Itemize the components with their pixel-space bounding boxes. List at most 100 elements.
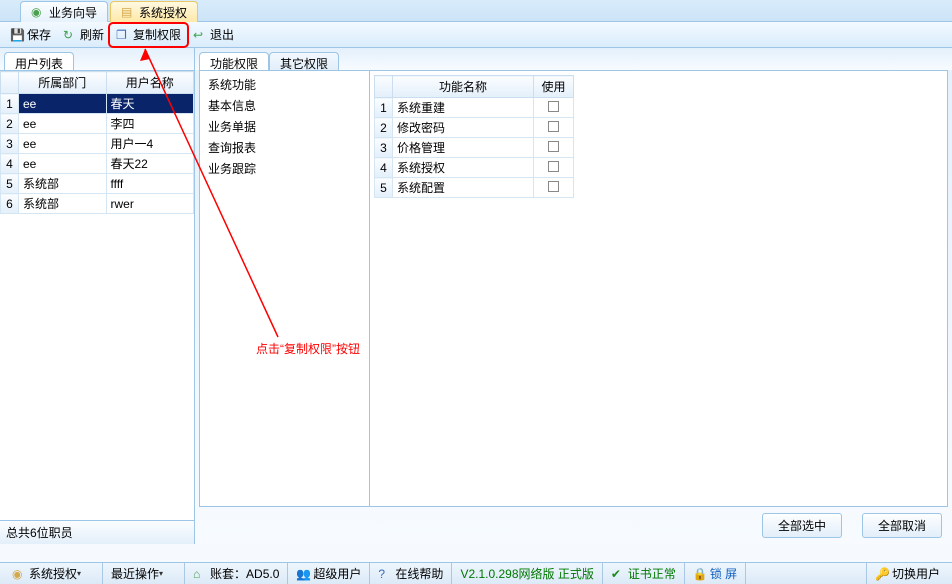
dept-cell: ee bbox=[19, 114, 107, 134]
perm-name-cell: 系统重建 bbox=[393, 98, 534, 118]
perm-row[interactable]: 3价格管理 bbox=[375, 138, 574, 158]
status-lock[interactable]: 🔒 锁 屏 bbox=[685, 563, 746, 584]
perm-row[interactable]: 4系统授权 bbox=[375, 158, 574, 178]
tab-function-permission[interactable]: 功能权限 bbox=[199, 52, 269, 70]
perm-name-cell: 价格管理 bbox=[393, 138, 534, 158]
rownum-cell: 5 bbox=[1, 174, 19, 194]
name-header[interactable]: 用户名称 bbox=[106, 72, 194, 94]
deselect-all-label: 全部取消 bbox=[878, 519, 926, 533]
status-account-label: 账套： bbox=[210, 565, 246, 582]
perm-rownum-header bbox=[375, 76, 393, 98]
rownum-cell: 1 bbox=[1, 94, 19, 114]
rownum-cell: 4 bbox=[1, 154, 19, 174]
nav-item[interactable]: 查询报表 bbox=[200, 137, 369, 158]
status-help-label: 在线帮助 bbox=[395, 565, 443, 582]
tab-label: 业务向导 bbox=[49, 4, 97, 21]
gear-icon: ◉ bbox=[12, 567, 26, 581]
perm-use-cell bbox=[534, 118, 574, 138]
document-icon: ▤ bbox=[121, 5, 135, 19]
right-tabs: 功能权限 其它权限 bbox=[195, 48, 952, 70]
select-all-label: 全部选中 bbox=[778, 519, 826, 533]
perm-row[interactable]: 1系统重建 bbox=[375, 98, 574, 118]
status-module[interactable]: ◉ 系统授权 ▾ bbox=[4, 563, 103, 584]
name-cell: 用户一4 bbox=[106, 134, 194, 154]
deselect-all-button[interactable]: 全部取消 bbox=[862, 513, 942, 538]
rownum-cell: 1 bbox=[375, 98, 393, 118]
user-row[interactable]: 5系统部ffff bbox=[1, 174, 194, 194]
user-table: 所属部门 用户名称 1ee春天2ee李四3ee用户一44ee春天225系统部ff… bbox=[0, 70, 194, 520]
name-cell: 春天 bbox=[106, 94, 194, 114]
tab-label: 系统授权 bbox=[139, 4, 187, 21]
status-cert-label: 证书正常 bbox=[628, 565, 676, 582]
checkbox[interactable] bbox=[548, 121, 559, 132]
nav-item[interactable]: 系统功能 bbox=[200, 74, 369, 95]
rownum-cell: 3 bbox=[375, 138, 393, 158]
exit-icon: ↩ bbox=[193, 28, 207, 42]
key-icon: 🔑 bbox=[875, 567, 889, 581]
chevron-down-icon: ▾ bbox=[77, 567, 91, 581]
tab-business-wizard[interactable]: ◉ 业务向导 bbox=[20, 1, 108, 22]
name-cell: 春天22 bbox=[106, 154, 194, 174]
lock-icon: 🔒 bbox=[693, 567, 707, 581]
rownum-cell: 2 bbox=[375, 118, 393, 138]
status-user-label: 超级用户 bbox=[313, 565, 361, 582]
perm-row[interactable]: 2修改密码 bbox=[375, 118, 574, 138]
exit-button[interactable]: ↩ 退出 bbox=[187, 24, 240, 46]
rownum-cell: 6 bbox=[1, 194, 19, 214]
check-icon: ✔ bbox=[611, 567, 625, 581]
nav-item[interactable]: 基本信息 bbox=[200, 95, 369, 116]
user-row[interactable]: 3ee用户一4 bbox=[1, 134, 194, 154]
user-row[interactable]: 4ee春天22 bbox=[1, 154, 194, 174]
rownum-cell: 2 bbox=[1, 114, 19, 134]
perm-name-cell: 系统授权 bbox=[393, 158, 534, 178]
main-area: 用户列表 所属部门 用户名称 1ee春天2ee李四3ee用户一44ee春天225… bbox=[0, 48, 952, 544]
perm-name-header[interactable]: 功能名称 bbox=[393, 76, 534, 98]
rownum-cell: 5 bbox=[375, 178, 393, 198]
tab-system-auth[interactable]: ▤ 系统授权 bbox=[110, 1, 198, 22]
perm-row[interactable]: 5系统配置 bbox=[375, 178, 574, 198]
perm-use-cell bbox=[534, 138, 574, 158]
checkbox[interactable] bbox=[548, 181, 559, 192]
nav-item[interactable]: 业务跟踪 bbox=[200, 158, 369, 179]
user-row[interactable]: 1ee春天 bbox=[1, 94, 194, 114]
status-recent[interactable]: 最近操作 ▾ bbox=[103, 563, 185, 584]
dept-cell: 系统部 bbox=[19, 194, 107, 214]
tab-user-list[interactable]: 用户列表 bbox=[4, 52, 74, 70]
status-account[interactable]: ⌂ 账套： AD5.0 bbox=[185, 563, 288, 584]
rownum-cell: 3 bbox=[1, 134, 19, 154]
status-switch-user[interactable]: 🔑 切换用户 bbox=[867, 563, 948, 584]
select-all-button[interactable]: 全部选中 bbox=[762, 513, 842, 538]
status-cert: ✔ 证书正常 bbox=[603, 563, 685, 584]
dept-cell: ee bbox=[19, 134, 107, 154]
nav-list: 系统功能基本信息业务单据查询报表业务跟踪 bbox=[200, 71, 370, 506]
copy-permission-button[interactable]: ❐ 复制权限 bbox=[110, 24, 187, 46]
save-button[interactable]: 💾 保存 bbox=[4, 24, 57, 46]
status-help[interactable]: ? 在线帮助 bbox=[370, 563, 452, 584]
refresh-button[interactable]: ↻ 刷新 bbox=[57, 24, 110, 46]
nav-item[interactable]: 业务单据 bbox=[200, 116, 369, 137]
status-user[interactable]: 👥 超级用户 bbox=[288, 563, 370, 584]
dept-header[interactable]: 所属部门 bbox=[19, 72, 107, 94]
checkbox[interactable] bbox=[548, 141, 559, 152]
perm-use-header[interactable]: 使用 bbox=[534, 76, 574, 98]
rownum-header bbox=[1, 72, 19, 94]
status-version: V2.1.0.298网络版 正式版 bbox=[452, 563, 602, 584]
perm-name-cell: 系统配置 bbox=[393, 178, 534, 198]
right-footer: 全部选中 全部取消 bbox=[195, 507, 952, 544]
left-pane: 用户列表 所属部门 用户名称 1ee春天2ee李四3ee用户一44ee春天225… bbox=[0, 48, 195, 544]
statusbar: ◉ 系统授权 ▾ 最近操作 ▾ ⌂ 账套： AD5.0 👥 超级用户 ? 在线帮… bbox=[0, 562, 952, 584]
dept-cell: ee bbox=[19, 154, 107, 174]
perm-use-cell bbox=[534, 98, 574, 118]
other-perm-tab-label: 其它权限 bbox=[280, 57, 328, 71]
user-list-tab-label: 用户列表 bbox=[15, 57, 63, 71]
checkbox[interactable] bbox=[548, 161, 559, 172]
user-row[interactable]: 2ee李四 bbox=[1, 114, 194, 134]
status-version-label: V2.1.0.298网络版 正式版 bbox=[460, 565, 593, 582]
checkbox[interactable] bbox=[548, 101, 559, 112]
tab-other-permission[interactable]: 其它权限 bbox=[269, 52, 339, 70]
wizard-icon: ◉ bbox=[31, 5, 45, 19]
status-spacer bbox=[746, 563, 867, 584]
status-recent-label: 最近操作 bbox=[111, 565, 159, 582]
permission-area: 功能名称 使用 1系统重建2修改密码3价格管理4系统授权5系统配置 bbox=[370, 71, 947, 506]
user-row[interactable]: 6系统部rwer bbox=[1, 194, 194, 214]
